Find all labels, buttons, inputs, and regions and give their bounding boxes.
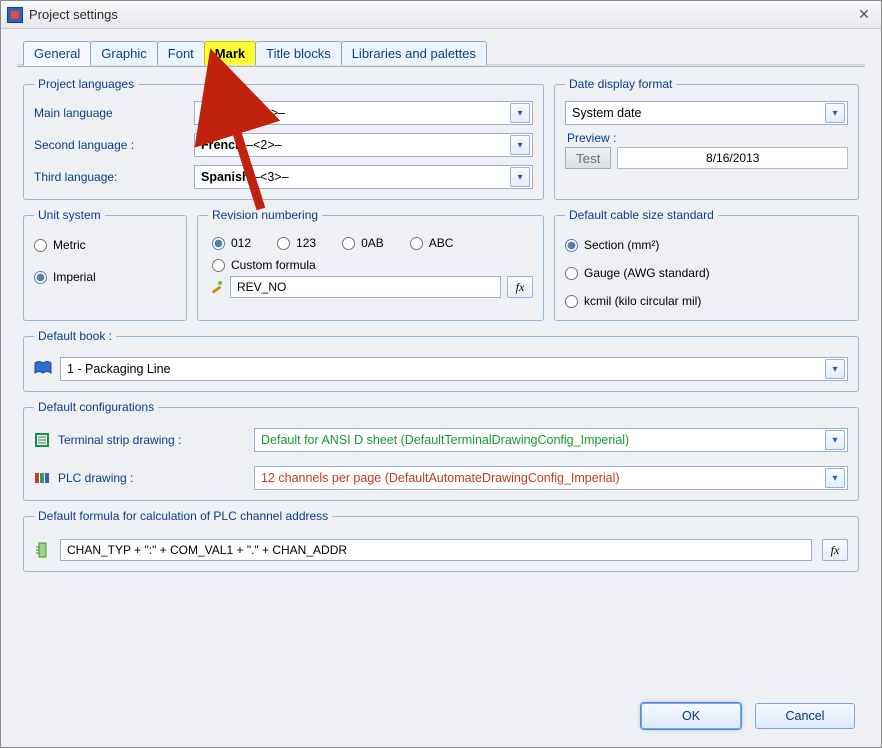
combo-plc-drawing[interactable]: 12 channels per page (DefaultAutomateDra… bbox=[254, 466, 848, 490]
plc-icon bbox=[34, 470, 50, 486]
fx-button[interactable]: fx bbox=[507, 276, 533, 298]
tab-title-blocks[interactable]: Title blocks bbox=[255, 41, 342, 65]
legend-date-format: Date display format bbox=[565, 77, 676, 91]
label-preview: Preview : bbox=[567, 131, 848, 145]
label-main-language: Main language bbox=[34, 106, 194, 120]
legend-cable-standard: Default cable size standard bbox=[565, 208, 718, 222]
combo-main-language[interactable]: English –<1>– ▾ bbox=[194, 101, 533, 125]
chevron-down-icon[interactable]: ▾ bbox=[825, 359, 845, 379]
group-plc-formula: Default formula for calculation of PLC c… bbox=[23, 509, 859, 572]
group-revision-numbering: Revision numbering 012 123 0AB ABC Custo… bbox=[197, 208, 544, 321]
legend-plc-formula: Default formula for calculation of PLC c… bbox=[34, 509, 332, 523]
cancel-button[interactable]: Cancel bbox=[755, 703, 855, 729]
legend-unit-system: Unit system bbox=[34, 208, 105, 222]
group-default-book: Default book : 1 - Packaging Line ▾ bbox=[23, 329, 859, 392]
combo-third-language[interactable]: Spanish –<3>– ▾ bbox=[194, 165, 533, 189]
tab-general[interactable]: General bbox=[23, 41, 91, 66]
project-settings-dialog: Project settings ✕ General Graphic Font … bbox=[0, 0, 882, 748]
combo-terminal-strip[interactable]: Default for ANSI D sheet (DefaultTermina… bbox=[254, 428, 848, 452]
radio-0ab[interactable]: 0AB bbox=[342, 236, 384, 250]
group-date-format: Date display format System date ▾ Previe… bbox=[554, 77, 859, 200]
tab-libraries[interactable]: Libraries and palettes bbox=[341, 41, 487, 65]
tab-graphic[interactable]: Graphic bbox=[90, 41, 158, 65]
radio-section[interactable]: Section (mm²) bbox=[565, 238, 848, 252]
radio-imperial[interactable]: Imperial bbox=[34, 270, 176, 284]
combo-second-language[interactable]: French –<2>– ▾ bbox=[194, 133, 533, 157]
group-cable-standard: Default cable size standard Section (mm²… bbox=[554, 208, 859, 321]
plc-card-icon bbox=[34, 542, 50, 558]
chevron-down-icon[interactable]: ▾ bbox=[510, 103, 530, 123]
radio-custom-formula[interactable]: Custom formula bbox=[208, 258, 533, 272]
terminal-icon bbox=[34, 432, 50, 448]
group-default-configurations: Default configurations Terminal strip dr… bbox=[23, 400, 859, 501]
chevron-down-icon[interactable]: ▾ bbox=[825, 430, 845, 450]
combo-date-format[interactable]: System date ▾ bbox=[565, 101, 848, 125]
book-icon bbox=[34, 361, 50, 377]
revision-formula-input[interactable]: REV_NO bbox=[230, 276, 501, 298]
tabstrip: General Graphic Font Mark Title blocks L… bbox=[17, 41, 865, 65]
label-plc-drawing: PLC drawing : bbox=[58, 471, 133, 485]
fx-button[interactable]: fx bbox=[822, 539, 848, 561]
combo-default-book[interactable]: 1 - Packaging Line ▾ bbox=[60, 357, 848, 381]
tab-page-general: Project languages Main language English … bbox=[17, 66, 865, 739]
group-project-languages: Project languages Main language English … bbox=[23, 77, 544, 200]
radio-metric[interactable]: Metric bbox=[34, 238, 176, 252]
tab-font[interactable]: Font bbox=[157, 41, 205, 65]
radio-kcmil[interactable]: kcmil (kilo circular mil) bbox=[565, 294, 848, 308]
tab-mark[interactable]: Mark bbox=[204, 41, 256, 65]
plc-formula-input[interactable]: CHAN_TYP + ":" + COM_VAL1 + "." + CHAN_A… bbox=[60, 539, 812, 561]
ok-button[interactable]: OK bbox=[641, 703, 741, 729]
radio-gauge[interactable]: Gauge (AWG standard) bbox=[565, 266, 848, 280]
client-area: General Graphic Font Mark Title blocks L… bbox=[1, 29, 881, 747]
titlebar: Project settings ✕ bbox=[1, 1, 881, 29]
radio-abc[interactable]: ABC bbox=[410, 236, 454, 250]
wand-icon bbox=[208, 279, 224, 295]
label-second-language: Second language : bbox=[34, 138, 194, 152]
radio-123[interactable]: 123 bbox=[277, 236, 316, 250]
date-preview-value: 8/16/2013 bbox=[617, 147, 848, 169]
radio-012[interactable]: 012 bbox=[212, 236, 251, 250]
app-icon bbox=[7, 7, 23, 23]
legend-project-languages: Project languages bbox=[34, 77, 138, 91]
window-title: Project settings bbox=[29, 7, 847, 22]
legend-default-configurations: Default configurations bbox=[34, 400, 158, 414]
chevron-down-icon[interactable]: ▾ bbox=[510, 167, 530, 187]
chevron-down-icon[interactable]: ▾ bbox=[825, 468, 845, 488]
dialog-footer: OK Cancel bbox=[23, 697, 859, 733]
label-terminal-strip: Terminal strip drawing : bbox=[58, 433, 181, 447]
group-unit-system: Unit system Metric Imperial bbox=[23, 208, 187, 321]
test-button[interactable]: Test bbox=[565, 147, 611, 169]
chevron-down-icon[interactable]: ▾ bbox=[510, 135, 530, 155]
close-icon[interactable]: ✕ bbox=[853, 6, 875, 24]
chevron-down-icon[interactable]: ▾ bbox=[825, 103, 845, 123]
legend-revision-numbering: Revision numbering bbox=[208, 208, 322, 222]
label-third-language: Third language: bbox=[34, 170, 194, 184]
legend-default-book: Default book : bbox=[34, 329, 116, 343]
